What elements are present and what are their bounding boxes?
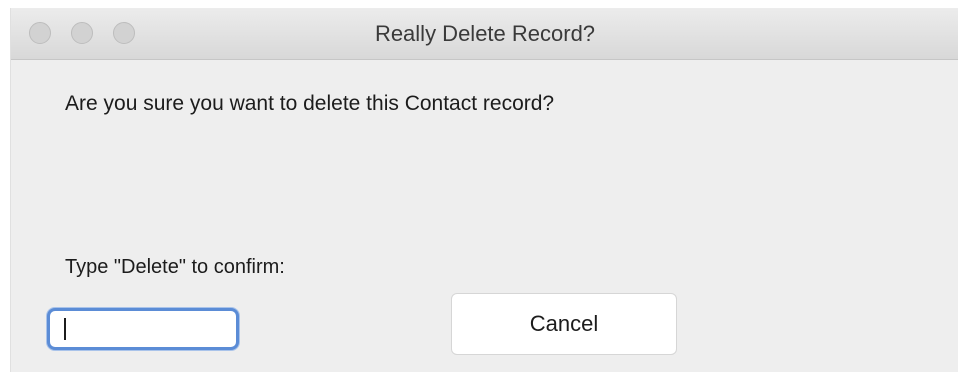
confirm-delete-input[interactable] — [47, 308, 239, 350]
dialog-message: Are you sure you want to delete this Con… — [65, 92, 555, 115]
dialog-title: Really Delete Record? — [374, 21, 596, 46]
confirm-label: Type "Delete" to confirm: — [65, 256, 285, 278]
delete-record-dialog: Really Delete Record? Are you sure you w… — [10, 8, 958, 372]
title-bar: Really Delete Record? — [11, 8, 958, 60]
text-cursor — [64, 318, 66, 340]
cancel-button[interactable]: Cancel — [451, 293, 677, 355]
